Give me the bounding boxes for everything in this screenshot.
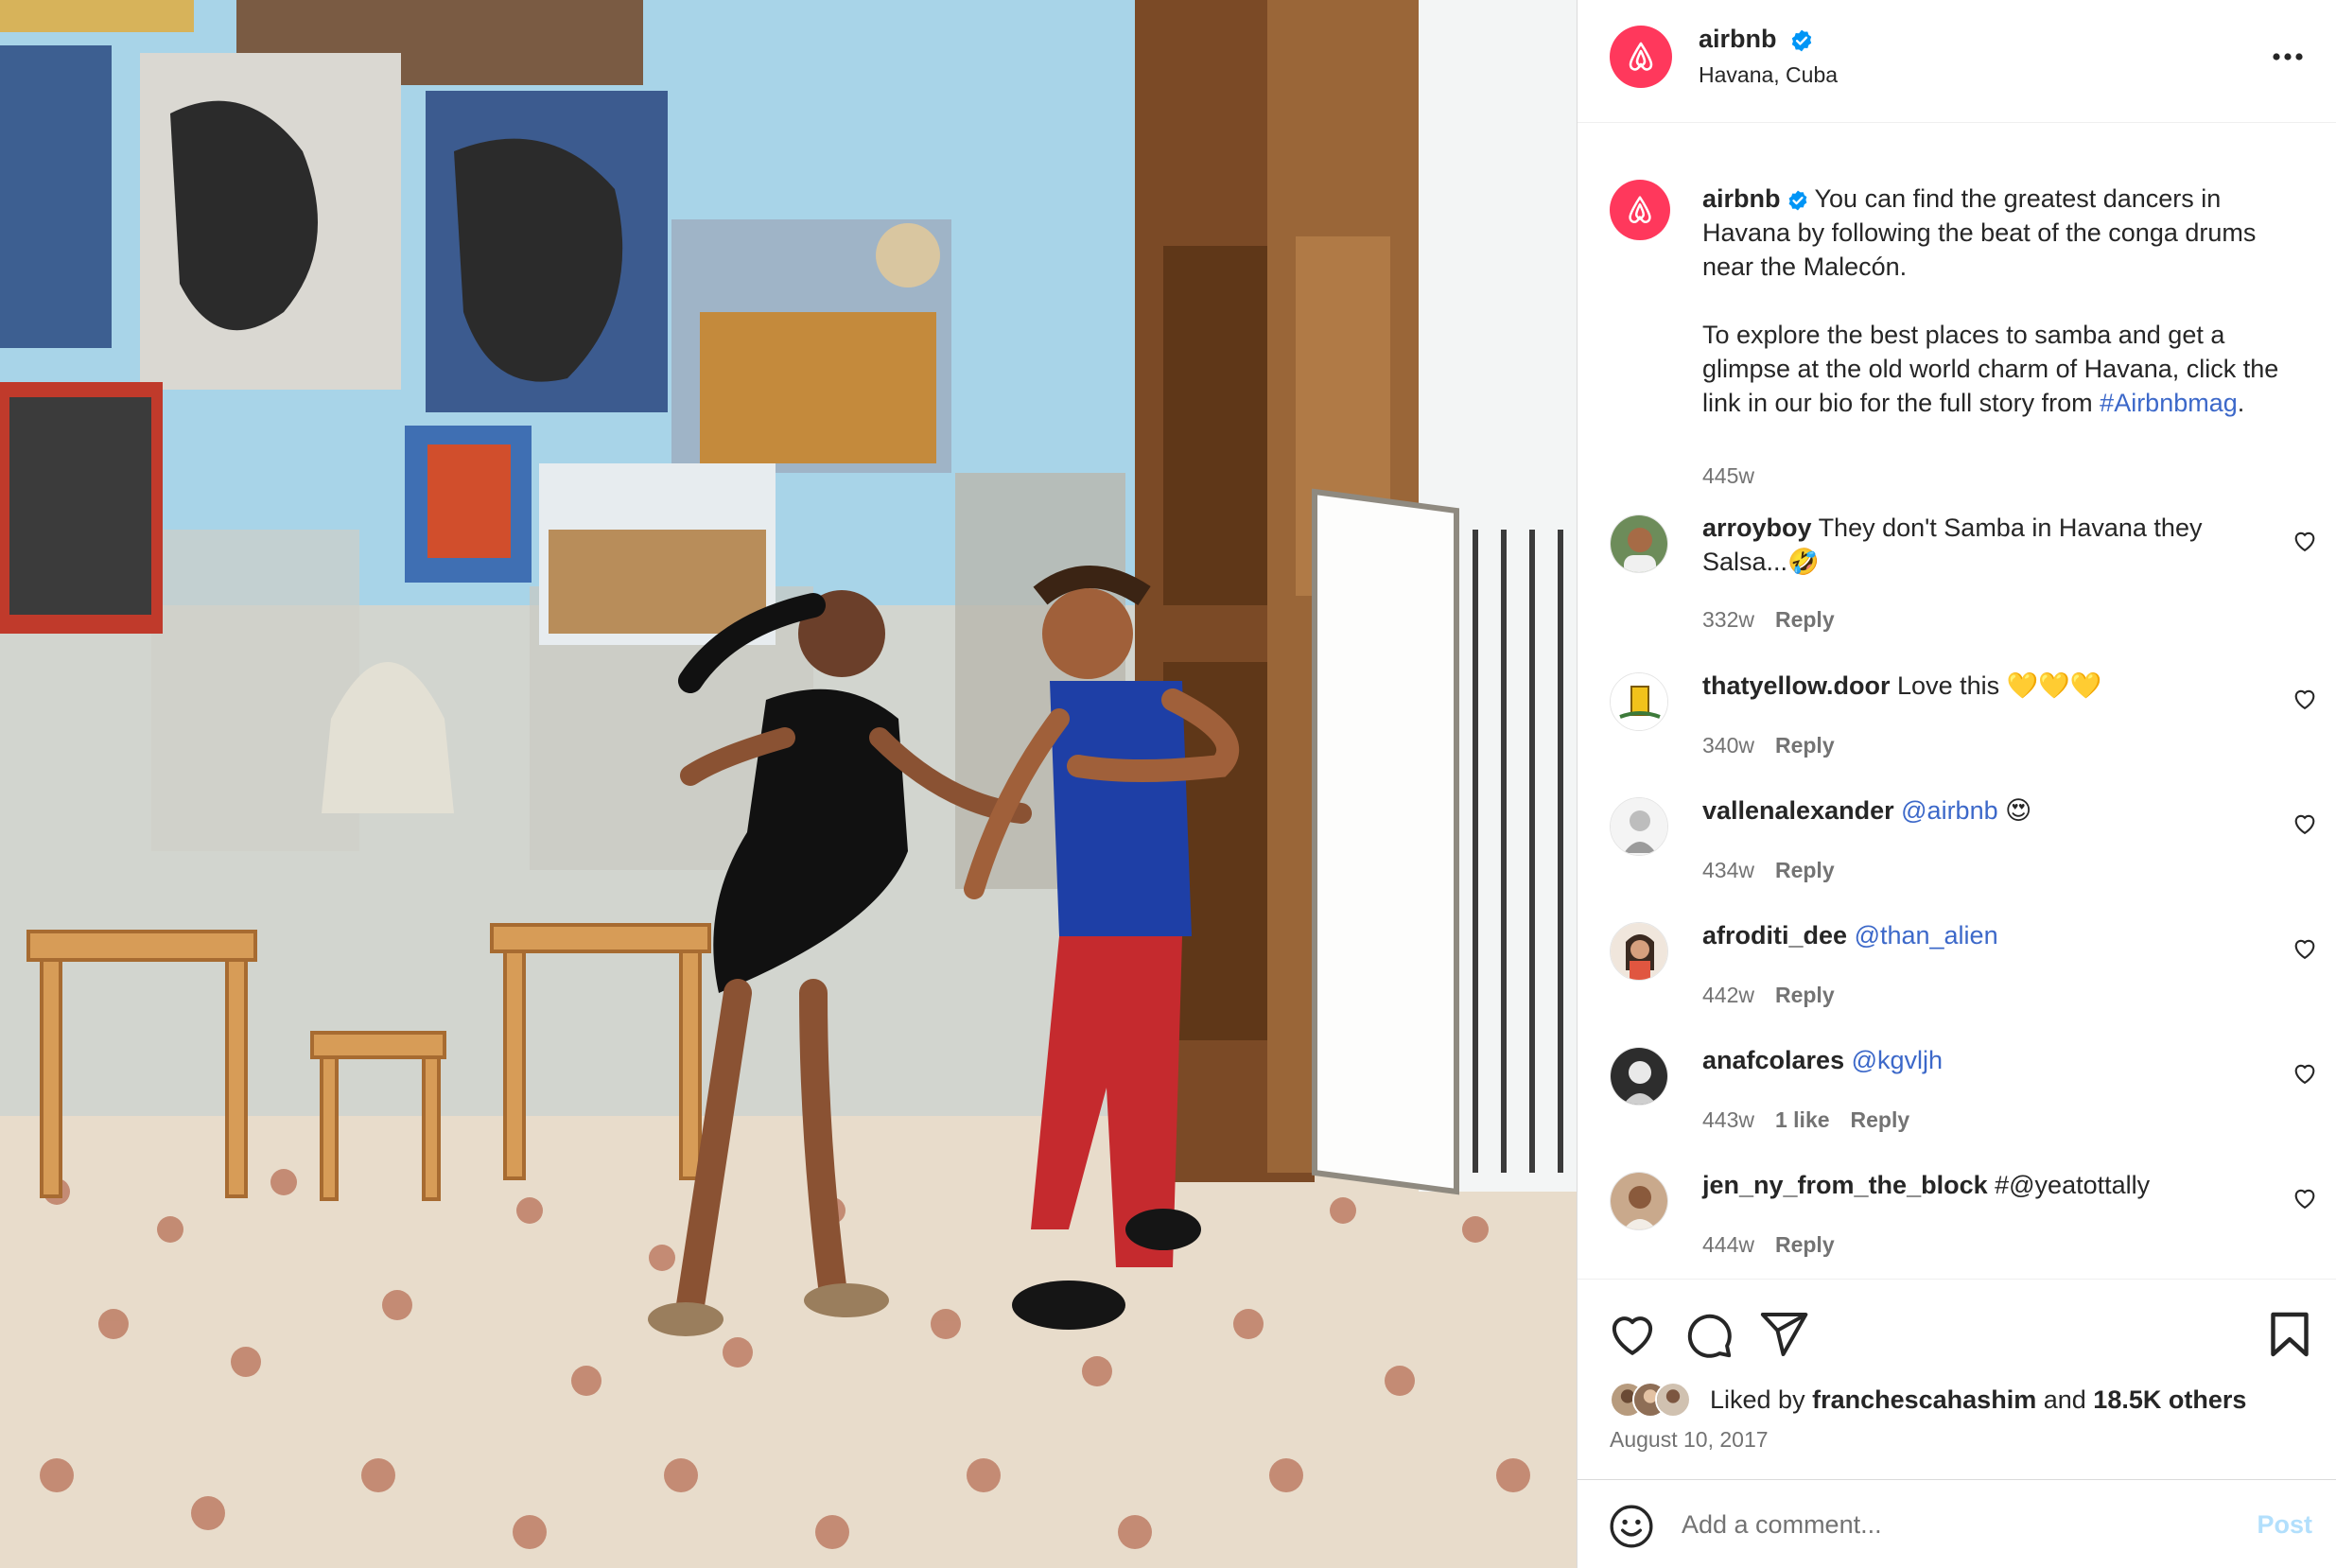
comment-meta: 434w Reply: [1702, 858, 1856, 883]
post-location[interactable]: Havana, Cuba: [1699, 62, 1838, 88]
caption-username[interactable]: airbnb: [1702, 184, 1781, 213]
commenter-username[interactable]: vallenalexander: [1702, 796, 1894, 825]
bookmark-icon[interactable]: [2263, 1308, 2316, 1361]
comment-text: thatyellow.door Love this 💛💛💛: [1702, 669, 2260, 703]
caption-paragraph-2-end: .: [2237, 389, 2245, 417]
speech-bubble-icon[interactable]: [1682, 1308, 1735, 1361]
post-photo[interactable]: [0, 0, 1577, 1568]
comment-meta: 443w 1 like Reply: [1702, 1107, 1930, 1133]
commenter-username[interactable]: anafcolares: [1702, 1046, 1844, 1074]
comment-timestamp[interactable]: 442w: [1702, 983, 1754, 1007]
liked-by-avatars[interactable]: [1610, 1382, 1712, 1420]
reply-button[interactable]: Reply: [1775, 858, 1835, 882]
avatar-image: [1611, 515, 1667, 572]
post-side-panel: airbnb Havana, Cuba airbnbYou can find: [1577, 0, 2336, 1568]
caption-timestamp[interactable]: 445w: [1702, 463, 1754, 489]
heart-icon[interactable]: [1606, 1308, 1659, 1361]
airbnb-logo-icon: [1629, 196, 1651, 223]
comment-mention-link[interactable]: @kgvljh: [1852, 1046, 1943, 1074]
comment-timestamp[interactable]: 443w: [1702, 1107, 1754, 1132]
verified-badge-icon: [1788, 190, 1806, 211]
comment-text: jen_ny_from_the_block #@yeatottally: [1702, 1168, 2260, 1202]
post-author-username[interactable]: airbnb: [1699, 25, 1814, 54]
liked-by-user-link[interactable]: franchescahashim: [1812, 1385, 2036, 1414]
comment-like-count[interactable]: 1 like: [1775, 1107, 1830, 1132]
commenter-avatar[interactable]: [1610, 1047, 1668, 1106]
comment-body: Love this 💛💛💛: [1897, 671, 2102, 700]
commenter-username[interactable]: arroyboy: [1702, 514, 1812, 542]
comment-timestamp[interactable]: 434w: [1702, 858, 1754, 882]
comment-mention-link[interactable]: @than_alien: [1855, 921, 1998, 950]
post-comment-button[interactable]: Post: [2257, 1510, 2312, 1540]
comment-timestamp[interactable]: 340w: [1702, 733, 1754, 758]
comment-item: thatyellow.door Love this 💛💛💛 340w Reply: [1578, 669, 2336, 786]
smiley-icon[interactable]: [1608, 1503, 1655, 1550]
avatar-image: [1611, 923, 1667, 980]
post-header: airbnb Havana, Cuba: [1578, 0, 2336, 123]
more-options-icon[interactable]: [2267, 36, 2309, 78]
comment-like-heart-icon[interactable]: [2292, 935, 2318, 962]
comment-text: anafcolares @kgvljh: [1702, 1043, 2260, 1077]
commenter-username[interactable]: thatyellow.door: [1702, 671, 1891, 700]
commenter-username[interactable]: afroditi_dee: [1702, 921, 1847, 950]
comment-like-heart-icon[interactable]: [2292, 810, 2318, 837]
commenter-avatar[interactable]: [1610, 922, 1668, 981]
avatar-image: [1611, 798, 1667, 855]
comment-item: arroyboy They don't Samba in Havana they…: [1578, 511, 2336, 632]
verified-badge-icon: [1791, 29, 1812, 52]
comment-meta: 444w Reply: [1702, 1232, 1856, 1258]
comment-like-heart-icon[interactable]: [2292, 1185, 2318, 1211]
comment-like-heart-icon[interactable]: [2292, 686, 2318, 712]
comment-item: jen_ny_from_the_block #@yeatottally 444w…: [1578, 1171, 2336, 1279]
reply-button[interactable]: Reply: [1775, 1232, 1835, 1257]
author-username-text[interactable]: airbnb: [1699, 25, 1777, 53]
reply-button[interactable]: Reply: [1775, 607, 1835, 632]
photo-illustration: [0, 0, 1577, 1568]
comment-text: afroditi_dee @than_alien: [1702, 918, 2260, 952]
avatar-image: [1611, 1048, 1667, 1105]
comment-timestamp[interactable]: 332w: [1702, 607, 1754, 632]
liked-by-others-link[interactable]: 18.5K others: [2093, 1385, 2246, 1414]
comment-text: arroyboy They don't Samba in Havana they…: [1702, 511, 2260, 579]
comment-meta: 332w Reply: [1702, 607, 1856, 633]
post-actions: Liked by franchescahashim and 18.5K othe…: [1578, 1279, 2336, 1479]
comment-body: 😍: [1997, 796, 2032, 825]
paper-plane-icon[interactable]: [1757, 1308, 1810, 1361]
caption-hashtag-link[interactable]: #Airbnbmag: [2100, 389, 2238, 417]
comment-text: vallenalexander @airbnb 😍: [1702, 793, 2260, 828]
comment-timestamp[interactable]: 444w: [1702, 1232, 1754, 1257]
comments-list[interactable]: airbnb You can find the greatest dancers …: [1578, 123, 2336, 1279]
commenter-username[interactable]: jen_ny_from_the_block: [1702, 1171, 1988, 1199]
comment-mention-link[interactable]: @airbnb: [1901, 796, 1997, 825]
commenter-avatar[interactable]: [1610, 797, 1668, 856]
comment-item: afroditi_dee @than_alien 442w Reply: [1578, 921, 2336, 1036]
liked-by-summary: Liked by franchescahashim and 18.5K othe…: [1710, 1385, 2246, 1415]
comment-item: anafcolares @kgvljh 443w 1 like Reply: [1578, 1046, 2336, 1160]
avatar-image: [1611, 673, 1667, 730]
commenter-avatar[interactable]: [1610, 672, 1668, 731]
reply-button[interactable]: Reply: [1775, 733, 1835, 758]
liker-avatar: [1655, 1382, 1691, 1418]
comment-like-heart-icon[interactable]: [2292, 1060, 2318, 1087]
comment-item: vallenalexander @airbnb 😍 434w Reply: [1578, 796, 2336, 911]
comment-input[interactable]: [1682, 1499, 2211, 1550]
avatar-image: [1611, 1173, 1667, 1229]
post-date[interactable]: August 10, 2017: [1610, 1427, 1769, 1453]
comment-body: #@yeatottally: [1995, 1171, 2151, 1199]
reply-button[interactable]: Reply: [1775, 983, 1835, 1007]
liked-by-prefix: Liked by: [1710, 1385, 1805, 1414]
commenter-avatar[interactable]: [1610, 1172, 1668, 1230]
caption-avatar[interactable]: [1610, 180, 1670, 240]
comment-meta: 340w Reply: [1702, 733, 1856, 758]
comment-like-heart-icon[interactable]: [2292, 528, 2318, 554]
commenter-avatar[interactable]: [1610, 514, 1668, 573]
liked-by-connector: and: [2043, 1385, 2086, 1414]
add-comment-bar: Post: [1578, 1479, 2336, 1568]
reply-button[interactable]: Reply: [1851, 1107, 1910, 1132]
airbnb-avatar[interactable]: [1610, 26, 1672, 88]
airbnb-logo-icon: [1629, 42, 1653, 71]
caption-text: airbnb You can find the greatest dancers …: [1702, 182, 2308, 420]
comment-meta: 442w Reply: [1702, 983, 1856, 1008]
